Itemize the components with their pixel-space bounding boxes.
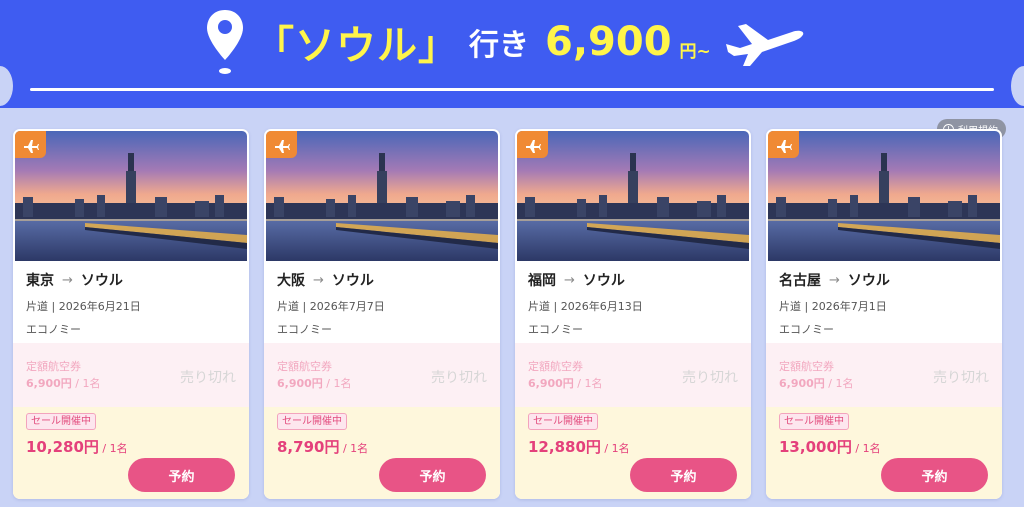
route-destination: ソウル <box>80 273 123 289</box>
sale-price: 12,880円 / 1名 <box>528 438 630 456</box>
flight-card: 福岡 → ソウル 片道 | 2026年6月13日 エコノミー 定額航空券 6,9… <box>515 129 751 499</box>
trip-date: 片道 | 2026年7月1日 <box>779 300 887 313</box>
book-button[interactable]: 予約 <box>881 458 988 492</box>
sale-fare-section: セール開催中 8,790円 / 1名 予約 <box>264 407 500 499</box>
banner-title: 「ソウル」 行き 6,900 円~ <box>204 10 711 74</box>
trip-date: 片道 | 2026年6月21日 <box>26 300 141 313</box>
route-arrow-icon: → <box>313 272 324 288</box>
fixed-fare-section: 定額航空券 6,900円 / 1名 売り切れ <box>766 343 1002 407</box>
sale-badge: セール開催中 <box>779 413 849 430</box>
sold-out-label: 売り切れ <box>431 370 487 386</box>
fixed-fare-section: 定額航空券 6,900円 / 1名 売り切れ <box>264 343 500 407</box>
sold-out-label: 売り切れ <box>933 370 989 386</box>
route: 名古屋 → ソウル <box>779 270 890 290</box>
flight-card: 大阪 → ソウル 片道 | 2026年7月7日 エコノミー 定額航空券 6,90… <box>264 129 500 499</box>
sale-price: 10,280円 / 1名 <box>26 438 128 456</box>
sale-fare-section: セール開催中 12,880円 / 1名 予約 <box>515 407 751 499</box>
sale-badge: セール開催中 <box>528 413 598 430</box>
route-arrow-icon: → <box>62 272 73 288</box>
flight-card: 名古屋 → ソウル 片道 | 2026年7月1日 エコノミー 定額航空券 6,9… <box>766 129 1002 499</box>
cabin-class: エコノミー <box>26 323 81 336</box>
destination-photo <box>768 131 1000 261</box>
sale-fare-section: セール開催中 10,280円 / 1名 予約 <box>13 407 249 499</box>
promo-banner: 「ソウル」 行き 6,900 円~ <box>0 0 1024 108</box>
fixed-fare-section: 定額航空券 6,900円 / 1名 売り切れ <box>13 343 249 407</box>
sale-price: 13,000円 / 1名 <box>779 438 881 456</box>
destination-photo <box>15 131 247 261</box>
fixed-fare-label: 定額航空券 <box>779 360 834 373</box>
banner-suffix: 行き <box>469 28 529 63</box>
flight-badge-icon <box>266 131 297 158</box>
flight-badge-icon <box>15 131 46 158</box>
fixed-fare-price: 6,900円 / 1名 <box>277 377 352 390</box>
sale-fare-section: セール開催中 13,000円 / 1名 予約 <box>766 407 1002 499</box>
banner-price-unit: 円~ <box>679 42 711 62</box>
cabin-class: エコノミー <box>528 323 583 336</box>
route: 大阪 → ソウル <box>277 270 374 290</box>
flight-badge-icon <box>517 131 548 158</box>
fixed-fare-label: 定額航空券 <box>277 360 332 373</box>
ticket-notch-left <box>0 66 13 106</box>
book-button[interactable]: 予約 <box>630 458 737 492</box>
route-origin: 名古屋 <box>779 273 821 289</box>
sold-out-label: 売り切れ <box>180 370 236 386</box>
sale-price: 8,790円 / 1名 <box>277 438 369 456</box>
cabin-class: エコノミー <box>277 323 332 336</box>
fixed-fare-price: 6,900円 / 1名 <box>528 377 603 390</box>
location-pin-icon <box>207 10 243 74</box>
fixed-fare-price: 6,900円 / 1名 <box>779 377 854 390</box>
flight-card-list: 東京 → ソウル 片道 | 2026年6月21日 エコノミー 定額航空券 6,9… <box>13 129 1013 501</box>
sold-out-label: 売り切れ <box>682 370 738 386</box>
destination-photo <box>517 131 749 261</box>
destination-photo <box>266 131 498 261</box>
banner-price: 6,900 <box>545 19 672 65</box>
route: 東京 → ソウル <box>26 270 123 290</box>
route-destination: ソウル <box>331 273 374 289</box>
sale-badge: セール開催中 <box>26 413 96 430</box>
route-arrow-icon: → <box>564 272 575 288</box>
flight-card: 東京 → ソウル 片道 | 2026年6月21日 エコノミー 定額航空券 6,9… <box>13 129 249 499</box>
banner-destination: 「ソウル」 <box>254 23 459 69</box>
ticket-notch-right <box>1011 66 1024 106</box>
fixed-fare-label: 定額航空券 <box>26 360 81 373</box>
book-button[interactable]: 予約 <box>379 458 486 492</box>
route-origin: 東京 <box>26 273 54 289</box>
fixed-fare-label: 定額航空券 <box>528 360 583 373</box>
route-origin: 大阪 <box>277 273 305 289</box>
airplane-icon <box>726 24 804 66</box>
fixed-fare-price: 6,900円 / 1名 <box>26 377 101 390</box>
route-origin: 福岡 <box>528 273 556 289</box>
route-destination: ソウル <box>847 273 890 289</box>
book-button[interactable]: 予約 <box>128 458 235 492</box>
route: 福岡 → ソウル <box>528 270 625 290</box>
trip-date: 片道 | 2026年7月7日 <box>277 300 385 313</box>
route-arrow-icon: → <box>829 272 840 288</box>
banner-divider <box>30 88 994 91</box>
flight-badge-icon <box>768 131 799 158</box>
fixed-fare-section: 定額航空券 6,900円 / 1名 売り切れ <box>515 343 751 407</box>
trip-date: 片道 | 2026年6月13日 <box>528 300 643 313</box>
sale-badge: セール開催中 <box>277 413 347 430</box>
cabin-class: エコノミー <box>779 323 834 336</box>
route-destination: ソウル <box>582 273 625 289</box>
